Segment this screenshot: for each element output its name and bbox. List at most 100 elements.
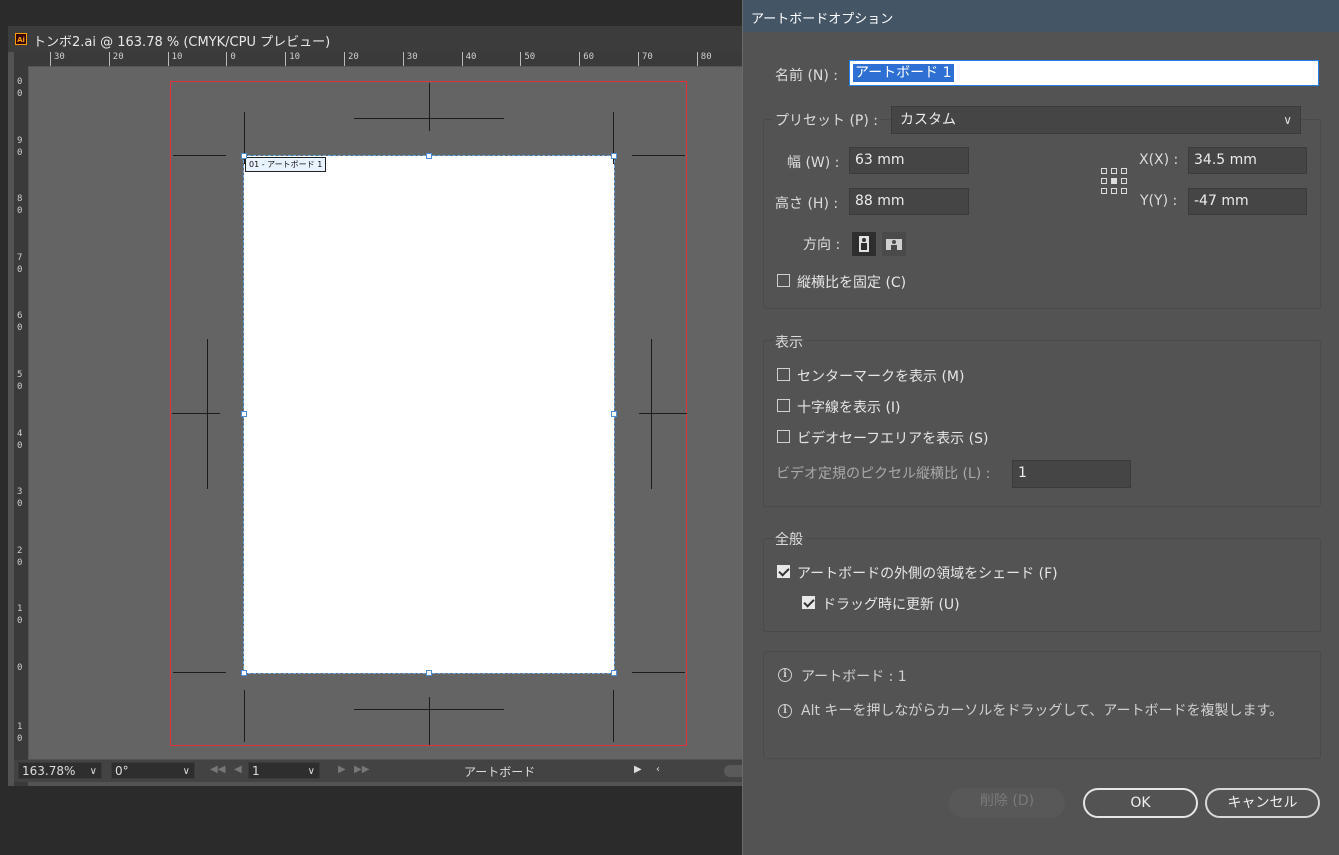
artboard-handle[interactable] (241, 411, 247, 417)
document-tab[interactable]: Ai トンボ2.ai @ 163.78 % (CMYK/CPU プレビュー) (8, 26, 768, 52)
vertical-ruler[interactable]: 0 0 9 0 8 0 7 0 6 0 5 0 4 0 3 0 2 0 1 0 0 1 0 (14, 66, 29, 786)
reference-point[interactable] (1101, 178, 1107, 184)
ruler-tick-label: 8 0 (17, 194, 23, 217)
trim-mark (173, 155, 226, 156)
cross-hairs-checkbox[interactable] (777, 399, 790, 412)
artboard-handle[interactable] (611, 153, 617, 159)
reference-point[interactable] (1121, 168, 1127, 174)
ruler-tick-label: 1 0 (17, 721, 23, 744)
cross-hairs-label[interactable]: 十字線を表示 (I) (797, 397, 901, 417)
artboard-handle[interactable] (611, 411, 617, 417)
landscape-orientation-button[interactable] (881, 231, 907, 257)
cancel-button[interactable]: キャンセル (1205, 788, 1320, 818)
x-input[interactable]: 34.5 mm (1188, 147, 1307, 174)
artboard-handle[interactable] (426, 153, 432, 159)
fade-outside-checkbox[interactable] (777, 565, 790, 578)
update-drag-label[interactable]: ドラッグ時に更新 (U) (822, 594, 960, 614)
name-input[interactable]: アートボード 1 (849, 60, 1319, 86)
center-mark-label[interactable]: センターマークを表示 (M) (797, 366, 964, 386)
center-trim-mark (172, 413, 220, 414)
trim-mark (632, 672, 685, 673)
y-label: Y(Y) : (1140, 193, 1178, 209)
canvas[interactable]: 01 - アートボード 1 (29, 67, 768, 759)
reference-point[interactable] (1101, 168, 1107, 174)
ruler-tick-label: 50 (524, 52, 536, 62)
y-input[interactable]: -47 mm (1188, 188, 1307, 215)
ruler-tick (50, 52, 51, 66)
reference-point[interactable] (1121, 188, 1127, 194)
ruler-tick-label: 40 (465, 52, 477, 62)
ruler-tick-label: 20 (348, 52, 359, 62)
ruler-tick-label: 60 (583, 52, 595, 62)
center-trim-mark (207, 339, 208, 489)
reference-point[interactable] (1101, 188, 1107, 194)
chevron-down-icon: ∨ (182, 766, 190, 777)
video-safe-checkbox[interactable] (777, 430, 790, 443)
chevron-down-icon: ∨ (1283, 113, 1292, 127)
width-input[interactable]: 63 mm (849, 147, 969, 174)
ruler-tick (696, 52, 698, 66)
update-drag-checkbox[interactable] (802, 596, 815, 609)
video-ratio-label: ビデオ定規のピクセル縦横比 (L) : (776, 466, 991, 482)
center-mark-checkbox[interactable] (777, 368, 790, 381)
artboard-handle[interactable] (241, 670, 247, 676)
ruler-tick-label: 30 (54, 52, 65, 62)
artboard-handle[interactable] (241, 153, 247, 159)
ruler-tick (402, 52, 404, 66)
reference-point-icon[interactable] (1101, 168, 1127, 194)
ruler-tick-label: 70 (642, 52, 653, 62)
delete-button[interactable]: 削除 (D) (949, 788, 1065, 818)
trim-mark (613, 690, 614, 742)
ruler-tick-label: 1 0 (17, 604, 23, 627)
scroll-left-icon[interactable]: ‹ (656, 764, 660, 775)
first-artboard-icon[interactable]: ◀◀ (210, 764, 225, 775)
last-artboard-icon[interactable]: ▶▶ (354, 764, 369, 775)
horizontal-ruler[interactable]: 30 20 10 0 10 20 30 40 50 60 70 80 (14, 52, 768, 67)
portrait-orientation-button[interactable] (851, 231, 877, 257)
ok-button[interactable]: OK (1083, 788, 1198, 818)
info-icon: i (778, 668, 792, 682)
ruler-tick-label: 10 (171, 52, 183, 62)
preset-select[interactable]: カスタム ∨ (891, 106, 1301, 134)
constrain-checkbox[interactable] (777, 274, 790, 287)
ruler-tick-label: 4 0 (17, 428, 23, 451)
reference-point[interactable] (1111, 188, 1117, 194)
reference-point[interactable] (1111, 168, 1117, 174)
general-group (763, 538, 1321, 632)
zoom-select[interactable]: 163.78% ∨ (18, 762, 102, 779)
fade-outside-label[interactable]: アートボードの外側の領域をシェード (F) (797, 563, 1058, 583)
ruler-tick (108, 52, 110, 66)
ruler-tick (226, 52, 228, 66)
artboard[interactable] (243, 155, 615, 674)
rotation-select[interactable]: 0° ∨ (111, 762, 195, 779)
constrain-label[interactable]: 縦横比を固定 (C) (797, 272, 906, 292)
zoom-value: 163.78% (22, 764, 76, 778)
landscape-icon (886, 239, 902, 250)
dialog-titlebar[interactable]: アートボードオプション (743, 0, 1339, 32)
ruler-tick-label: 0 0 (17, 77, 23, 99)
ruler-tick-label: 2 0 (17, 545, 23, 568)
ruler-tick-label: 3 0 (17, 487, 23, 510)
artboard-handle[interactable] (426, 670, 432, 676)
status-menu-icon[interactable]: ▶ (634, 764, 642, 775)
video-ratio-input[interactable]: 1 (1012, 460, 1131, 488)
rotation-value: 0° (115, 764, 129, 778)
trim-mark (173, 672, 226, 673)
x-label: X(X) : (1139, 152, 1179, 168)
chevron-down-icon: ∨ (89, 766, 97, 777)
height-input[interactable]: 88 mm (849, 188, 969, 215)
previous-artboard-icon[interactable]: ◀ (234, 764, 242, 775)
ruler-tick (638, 52, 639, 66)
ruler-tick-label: 20 (112, 52, 124, 62)
video-safe-label[interactable]: ビデオセーフエリアを表示 (S) (797, 428, 988, 448)
status-mode[interactable]: アートボード (464, 763, 535, 780)
artboard-handle[interactable] (611, 670, 617, 676)
artboard-number-select[interactable]: 1 ∨ (248, 762, 320, 779)
reference-point[interactable] (1121, 178, 1127, 184)
ruler-tick (461, 52, 463, 66)
center-trim-mark (429, 697, 430, 745)
next-artboard-icon[interactable]: ▶ (338, 764, 346, 775)
artboard-count-info: アートボード : 1 (801, 669, 907, 685)
reference-point[interactable] (1111, 178, 1117, 184)
orientation-label: 方向 : (803, 237, 841, 253)
